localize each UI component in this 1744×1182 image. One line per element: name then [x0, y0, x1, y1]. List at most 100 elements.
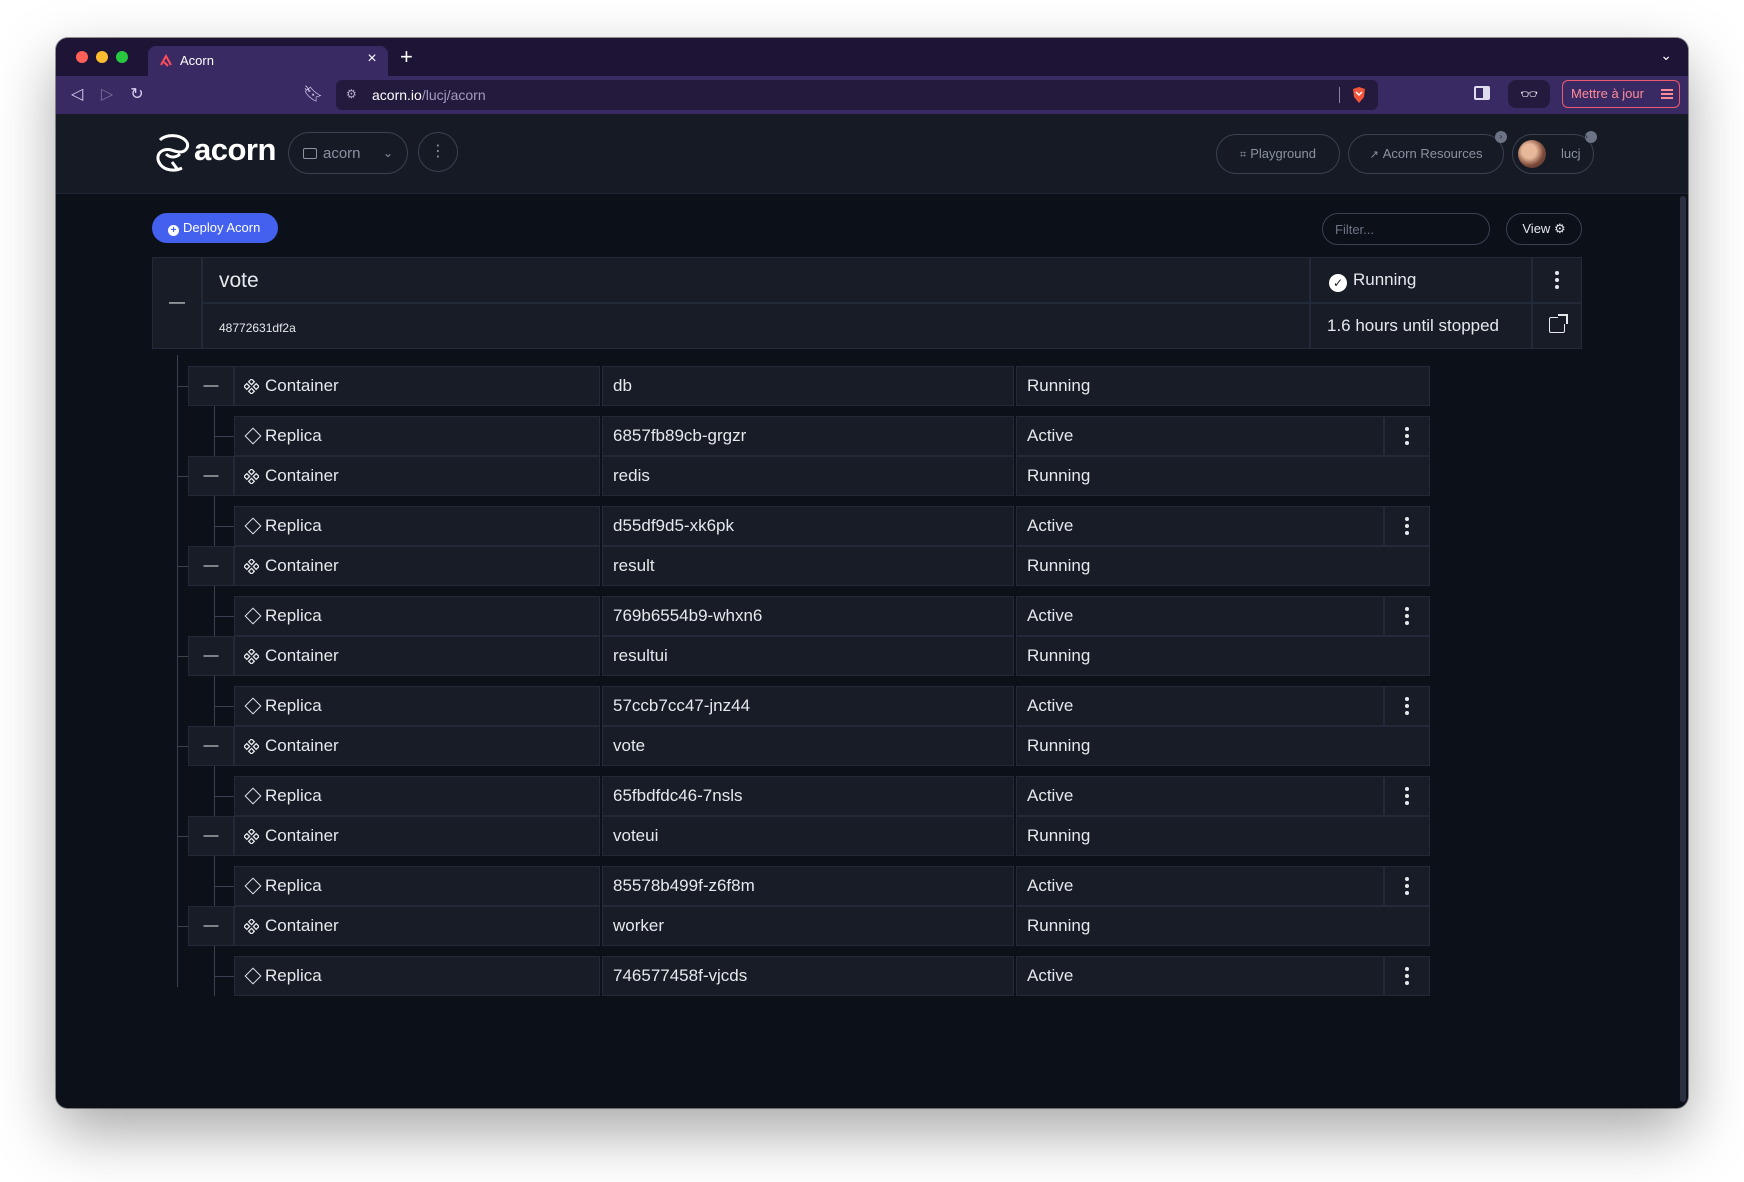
container-name[interactable]: redis [602, 456, 1014, 496]
replica-menu-button[interactable] [1384, 866, 1430, 906]
replica-name[interactable]: 57ccb7cc47-jnz44 [602, 686, 1014, 726]
container-icon [244, 469, 259, 484]
header-more-button[interactable]: ⋮ [418, 132, 458, 172]
container-name[interactable]: vote [602, 726, 1014, 766]
browser-window: Acorn × + ⌄ ◁ ▷ ↻ 🔖︎ ⚙︎ acorn.io/lucj/ac… [56, 38, 1688, 1108]
tree-branch [214, 886, 234, 887]
site-settings-icon[interactable]: ⚙︎ [346, 87, 362, 103]
sidebar-toggle-icon[interactable] [1474, 86, 1490, 100]
container-status-label: Running [1027, 376, 1091, 395]
acorn-logo-icon[interactable] [152, 132, 194, 174]
container-collapse-button[interactable]: — [188, 906, 234, 946]
address-bar[interactable]: ⚙︎ acorn.io/lucj/acorn [336, 80, 1378, 110]
container-name[interactable]: db [602, 366, 1014, 406]
tree-branch [178, 476, 188, 477]
replica-name-label: 85578b499f-z6f8m [613, 876, 755, 895]
tree-line [214, 676, 215, 726]
container-status: Running [1016, 546, 1430, 586]
logo-text[interactable]: acorn [194, 132, 276, 168]
resources-label: Acorn Resources [1382, 146, 1483, 161]
playground-button[interactable]: ⌗ Playground [1216, 134, 1340, 174]
container-name[interactable]: result [602, 546, 1014, 586]
replica-name[interactable]: 769b6554b9-whxn6 [602, 596, 1014, 636]
container-icon [244, 559, 259, 574]
kebab-icon [1405, 787, 1409, 805]
replica-name[interactable]: d55df9d5-xk6pk [602, 506, 1014, 546]
app-header: acorn acorn ⌄ ⋮ ⌗ Playground ↗ Acorn Resou… [56, 114, 1688, 194]
replica-kind-label: Replica [265, 606, 322, 625]
container-kind: Container [234, 726, 600, 766]
container-name-label: voteui [613, 826, 659, 845]
kebab-icon [1405, 697, 1409, 715]
chevron-down-icon[interactable]: ⌄ [1660, 47, 1672, 64]
container-collapse-button[interactable]: — [188, 726, 234, 766]
tab-close-icon[interactable]: × [362, 50, 382, 68]
kebab-icon [1405, 517, 1409, 535]
container-icon [244, 649, 259, 664]
container-collapse-button[interactable]: — [188, 456, 234, 496]
replica-menu-button[interactable] [1384, 506, 1430, 546]
replica-name[interactable]: 65fbdfdc46-7nsls [602, 776, 1014, 816]
container-kind: Container [234, 636, 600, 676]
replica-name[interactable]: 746577458f-vjcds [602, 956, 1014, 996]
container-collapse-button[interactable]: — [188, 546, 234, 586]
replica-menu-button[interactable] [1384, 416, 1430, 456]
back-arrow-icon[interactable]: ◁ [66, 84, 88, 106]
tree-branch [214, 436, 234, 437]
acorn-resources-button[interactable]: ↗ Acorn Resources › [1348, 131, 1507, 174]
update-button[interactable]: Mettre à jour [1562, 80, 1680, 108]
replica-name[interactable]: 85578b499f-z6f8m [602, 866, 1014, 906]
maximize-window-button[interactable] [116, 51, 128, 63]
user-menu-button[interactable]: lucj › [1512, 131, 1597, 174]
close-window-button[interactable] [76, 51, 88, 63]
replica-kind: Replica [234, 506, 600, 546]
tree-branch [178, 836, 188, 837]
replica-status: Active [1016, 776, 1384, 816]
container-kind: Container [234, 456, 600, 496]
tab-acorn[interactable]: Acorn × [148, 46, 388, 76]
container-name[interactable]: voteui [602, 816, 1014, 856]
replica-menu-button[interactable] [1384, 776, 1430, 816]
replica-menu-button[interactable] [1384, 686, 1430, 726]
replica-kind-label: Replica [265, 786, 322, 805]
container-status-label: Running [1027, 556, 1091, 575]
container-name-label: worker [613, 916, 665, 935]
container-collapse-button[interactable]: — [188, 636, 234, 676]
container-collapse-button[interactable]: — [188, 366, 234, 406]
replica-icon [244, 517, 262, 535]
container-name-label: result [613, 556, 655, 575]
glasses-icon[interactable]: 👓︎ [1508, 80, 1550, 108]
replica-icon [244, 787, 262, 805]
reload-icon[interactable]: ↻ [126, 84, 148, 106]
container-kind-label: Container [265, 736, 339, 755]
replica-kind: Replica [234, 686, 600, 726]
minimize-window-button[interactable] [96, 51, 108, 63]
replica-menu-button[interactable] [1384, 956, 1430, 996]
project-select[interactable]: acorn ⌄ [288, 132, 408, 174]
container-status: Running [1016, 816, 1430, 856]
tree-branch [214, 796, 234, 797]
container-name[interactable]: resultui [602, 636, 1014, 676]
tree-line [177, 355, 178, 987]
hamburger-menu-icon [1661, 89, 1673, 99]
container-icon [244, 829, 259, 844]
container-status: Running [1016, 456, 1430, 496]
project-label: acorn [323, 145, 361, 162]
container-name-label: resultui [613, 646, 668, 665]
container-name[interactable]: worker [602, 906, 1014, 946]
bookmark-icon[interactable]: 🔖︎ [302, 84, 324, 106]
tree-branch [214, 616, 234, 617]
forward-arrow-icon[interactable]: ▷ [96, 84, 118, 106]
replica-menu-button[interactable] [1384, 596, 1430, 636]
replica-name[interactable]: 6857fb89cb-grgzr [602, 416, 1014, 456]
brave-shield-icon[interactable] [1350, 86, 1368, 104]
tree-branch [214, 706, 234, 707]
container-icon [244, 379, 259, 394]
container-collapse-button[interactable]: — [188, 816, 234, 856]
playground-label: Playground [1250, 146, 1316, 161]
tree-line [214, 946, 215, 996]
url-separator [1339, 87, 1340, 103]
container-kind-label: Container [265, 556, 339, 575]
scrollbar[interactable] [1680, 196, 1686, 1102]
new-tab-icon[interactable]: + [400, 44, 413, 70]
